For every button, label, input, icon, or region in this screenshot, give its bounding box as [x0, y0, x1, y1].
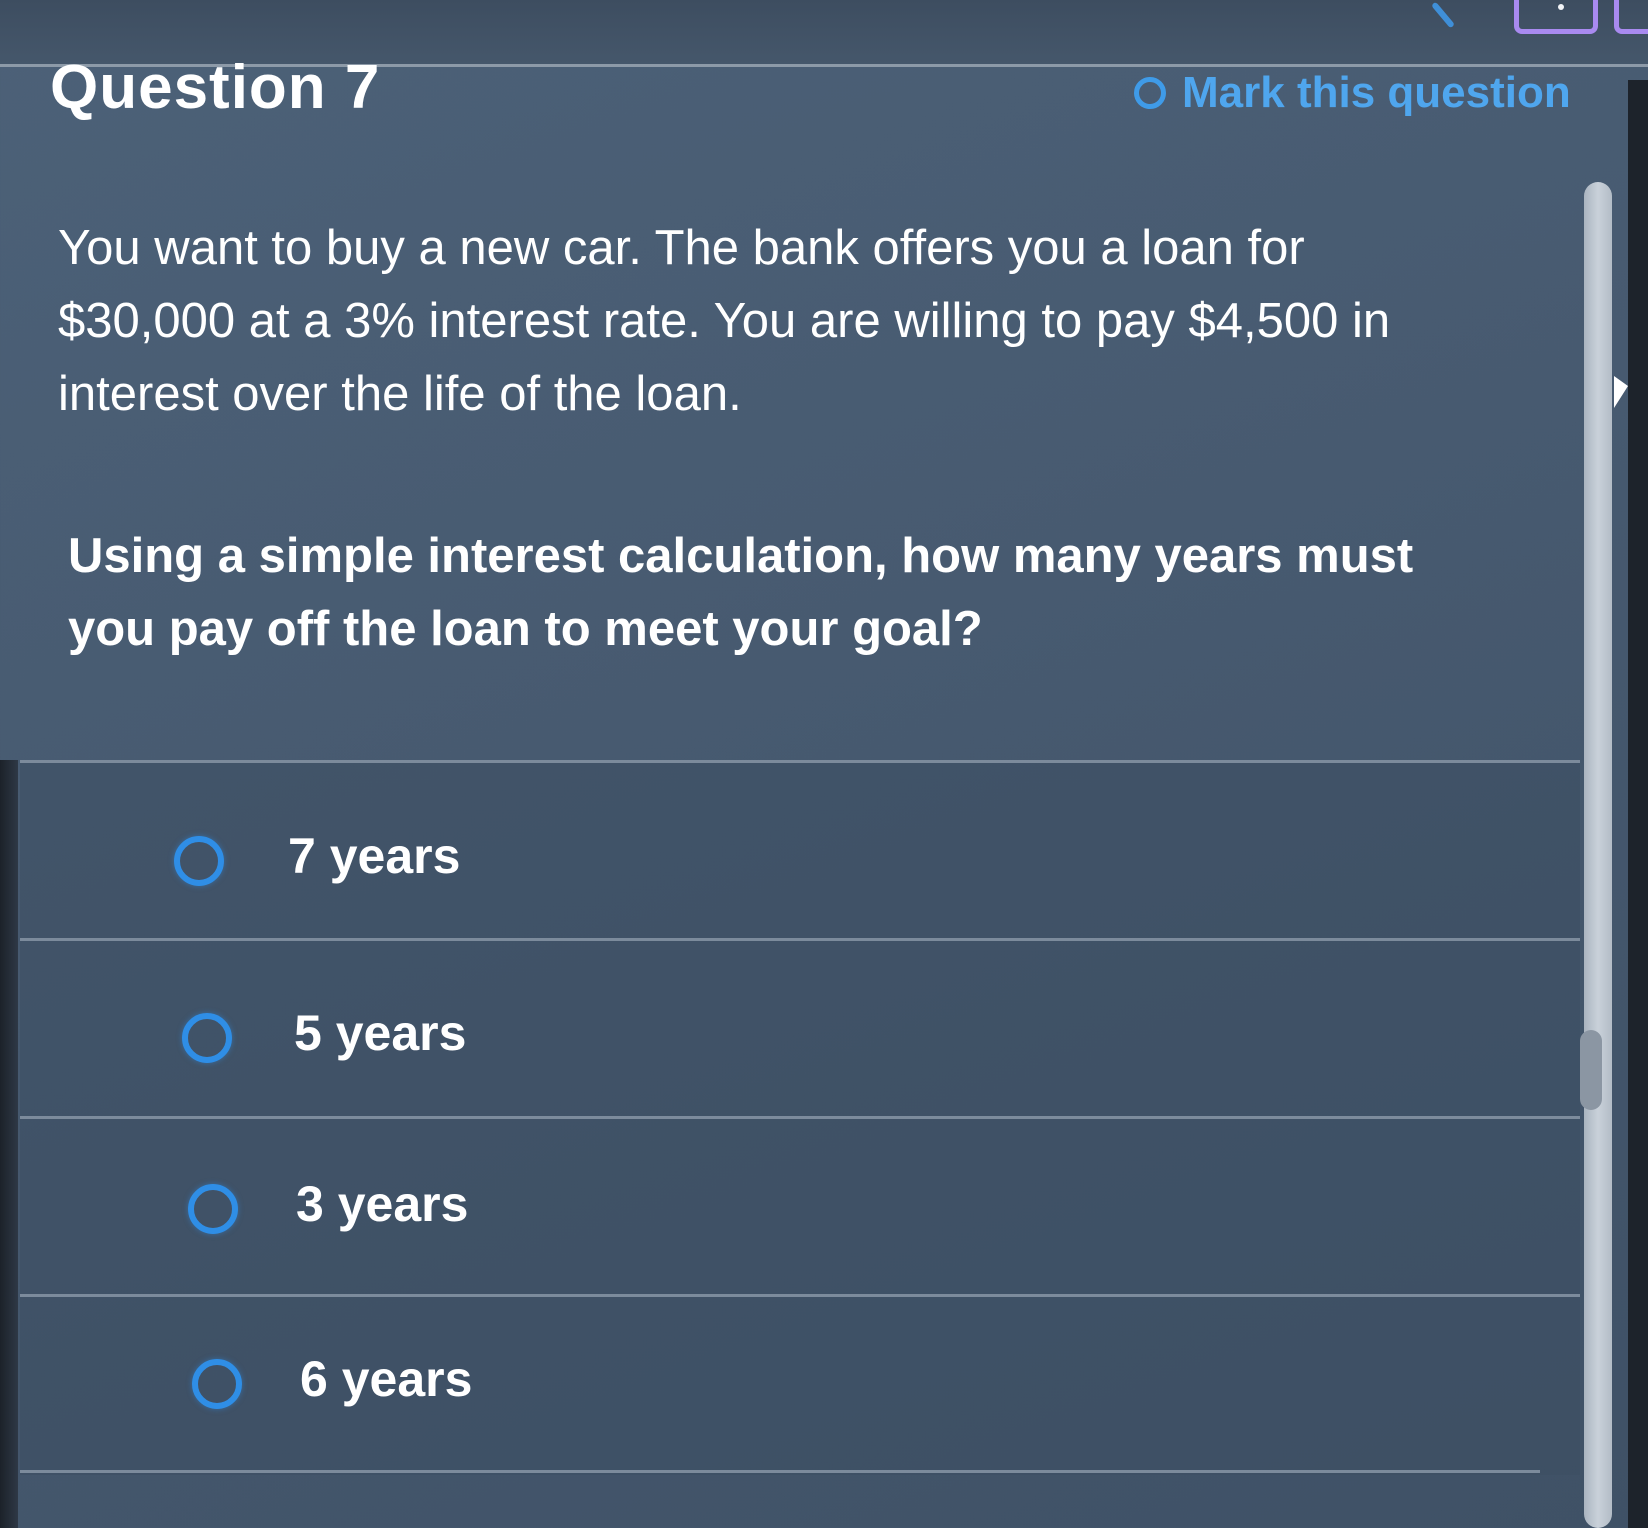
screen-bezel-left	[0, 760, 18, 1528]
answer-label: 7 years	[288, 828, 461, 884]
divider	[20, 1470, 1540, 1473]
radio-button-icon[interactable]	[174, 836, 224, 886]
answer-option-1[interactable]: 7 years	[20, 760, 1580, 941]
answer-list: 7 years 5 years 3 years 6 years	[20, 760, 1580, 1528]
radio-button-icon[interactable]	[182, 1013, 232, 1063]
mark-question-label: Mark this question	[1182, 68, 1571, 117]
mark-question-button[interactable]: Mark this question	[1134, 68, 1571, 118]
circle-outline-icon	[1134, 77, 1166, 109]
radio-button-icon[interactable]	[192, 1359, 242, 1409]
scrollbar-track[interactable]	[1584, 182, 1612, 1528]
toolbar-button-fragment-2[interactable]	[1614, 0, 1648, 34]
question-title: Question 7	[50, 53, 381, 122]
answer-label: 6 years	[300, 1351, 473, 1407]
answer-label: 5 years	[294, 1005, 467, 1061]
answer-option-2[interactable]: 5 years	[20, 938, 1580, 1119]
toolbar-icon-fragment	[1431, 1, 1455, 29]
answer-option-3[interactable]: 3 years	[20, 1116, 1580, 1297]
radio-button-icon[interactable]	[188, 1184, 238, 1234]
toolbar-dot-icon	[1558, 4, 1564, 10]
answer-option-4[interactable]: 6 years	[20, 1294, 1580, 1475]
toolbar-button-fragment[interactable]	[1514, 0, 1598, 34]
answer-label: 3 years	[296, 1176, 469, 1232]
screen-bezel-right	[1628, 80, 1648, 1528]
question-stem: You want to buy a new car. The bank offe…	[58, 221, 1391, 421]
scrollbar-thumb[interactable]	[1580, 1030, 1602, 1110]
mouse-cursor-icon	[1614, 376, 1628, 408]
question-prompt: Using a simple interest calculation, how…	[68, 529, 1414, 656]
